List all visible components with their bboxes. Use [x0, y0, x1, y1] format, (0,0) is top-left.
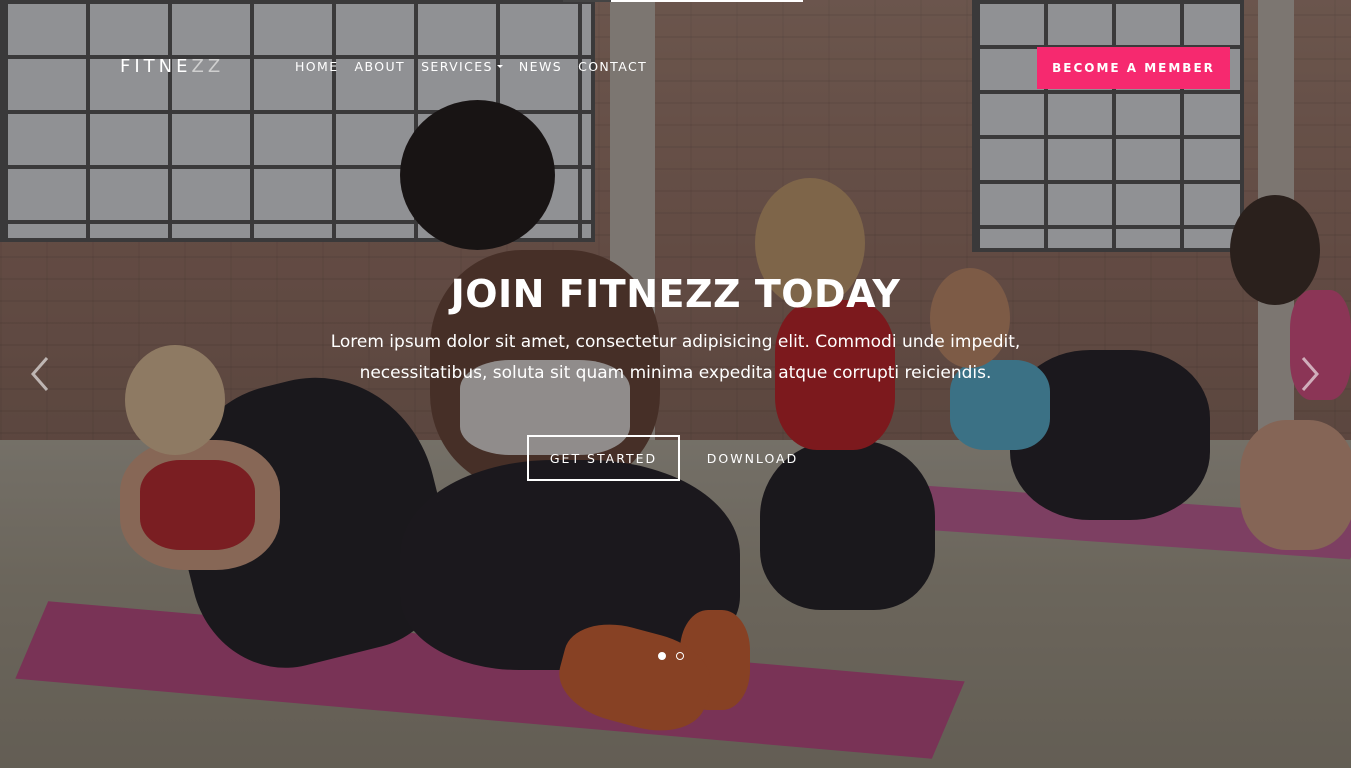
- main-nav: HOME ABOUT SERVICES NEWS CONTACT: [295, 59, 663, 74]
- download-button[interactable]: DOWNLOAD: [700, 435, 805, 481]
- caret-down-icon: [496, 65, 503, 68]
- hero-description: Lorem ipsum dolor sit amet, consectetur …: [330, 332, 1021, 383]
- top-progress-bar: [563, 0, 803, 2]
- nav-item-contact[interactable]: CONTACT: [578, 59, 647, 74]
- nav-item-about[interactable]: ABOUT: [355, 59, 406, 74]
- get-started-button[interactable]: GET STARTED: [527, 435, 680, 481]
- top-progress-bar-track: [563, 0, 611, 2]
- nav-item-home[interactable]: HOME: [295, 59, 339, 74]
- chevron-left-icon: [31, 357, 49, 391]
- site-logo[interactable]: FITNEZZ: [120, 56, 224, 77]
- nav-item-services[interactable]: SERVICES: [421, 59, 503, 74]
- hero-title: JOIN FITNEZZ TODAY: [450, 272, 901, 316]
- logo-accent-text: ZZ: [191, 56, 225, 77]
- chevron-right-icon: [1301, 357, 1319, 391]
- nav-item-services-label: SERVICES: [421, 59, 493, 74]
- top-progress-bar-fill: [611, 0, 803, 2]
- carousel-prev-button[interactable]: [25, 352, 55, 396]
- carousel-dot-1[interactable]: [658, 652, 666, 660]
- become-member-button[interactable]: BECOME A MEMBER: [1037, 47, 1230, 89]
- logo-main-text: FITNE: [120, 56, 192, 77]
- carousel-indicators: [658, 652, 694, 660]
- hero-section: FITNEZZ HOME ABOUT SERVICES NEWS CONTACT…: [0, 0, 1351, 768]
- carousel-next-button[interactable]: [1295, 352, 1325, 396]
- nav-item-news[interactable]: NEWS: [519, 59, 562, 74]
- carousel-dot-2[interactable]: [676, 652, 684, 660]
